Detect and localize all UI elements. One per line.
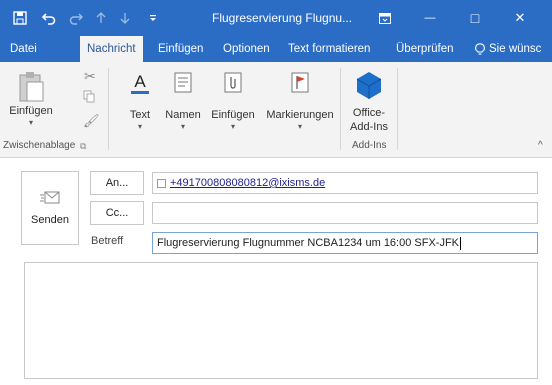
to-field[interactable]: +491700808080812@ixisms.de (152, 172, 538, 194)
office-addins-icon (356, 72, 382, 99)
collapse-ribbon-icon[interactable]: ^ (538, 140, 543, 151)
flag-icon (291, 72, 309, 93)
recipient-address[interactable]: +491700808080812@ixisms.de (170, 177, 325, 189)
cut-icon[interactable]: ✂ (84, 68, 96, 85)
chevron-down-icon: ▾ (137, 122, 142, 131)
text-cursor (460, 236, 462, 250)
minimize-button[interactable]: — (410, 0, 450, 36)
tab-nachricht[interactable]: Nachricht (80, 36, 143, 62)
arrow-down-icon[interactable] (115, 0, 135, 36)
copy-icon[interactable] (83, 90, 95, 106)
format-painter-icon[interactable]: 🖌 (83, 113, 100, 129)
attach-label: Einfügen (211, 109, 255, 121)
group-label-zwischenablage: Zwischenablage (3, 140, 76, 151)
clipboard-icon (19, 72, 44, 102)
paperclip-icon (224, 72, 242, 93)
office-addins-label-1: Office- (352, 107, 386, 119)
subject-label: Betreff (91, 235, 124, 247)
to-button[interactable]: An... (90, 171, 144, 195)
tab-optionen[interactable]: Optionen (216, 36, 277, 62)
subject-field[interactable]: Flugreservierung Flugnummer NCBA1234 um … (152, 232, 538, 254)
tab-ueberpruefen[interactable]: Überprüfen (389, 36, 461, 62)
title-bar: Flugreservierung Flugnu... — □ ✕ (0, 0, 552, 36)
tell-me-label: Sie wünsc (489, 43, 542, 55)
chevron-down-icon: ▾ (230, 122, 235, 131)
customize-quick-access-icon[interactable] (143, 0, 163, 36)
paste-button[interactable]: Einfügen ▾ (4, 70, 58, 128)
tags-label: Markierungen (266, 109, 334, 121)
text-label: Text (129, 109, 151, 121)
recipient-checkbox[interactable] (157, 178, 166, 188)
tab-datei[interactable]: Datei (3, 36, 44, 62)
font-color-icon: A (131, 72, 149, 94)
ribbon-tabs: Datei Nachricht Einfügen Optionen Text f… (0, 36, 552, 62)
undo-icon[interactable] (36, 0, 62, 36)
cc-button[interactable]: Cc... (90, 201, 144, 225)
paste-label: Einfügen (9, 105, 53, 117)
chevron-down-icon: ▾ (180, 122, 185, 131)
tags-button[interactable]: Markierungen ▾ (262, 70, 338, 132)
names-label: Namen (165, 109, 201, 121)
ribbon-display-options-icon[interactable] (370, 0, 400, 36)
subject-value: Flugreservierung Flugnummer NCBA1234 um … (157, 237, 460, 249)
office-addins-label-2: Add-Ins (350, 121, 388, 133)
tab-text-formatieren[interactable]: Text formatieren (281, 36, 377, 62)
maximize-button[interactable]: □ (455, 0, 495, 36)
tab-einfuegen[interactable]: Einfügen (151, 36, 210, 62)
tell-me-search[interactable]: Sie wünsc (468, 36, 552, 62)
attach-button[interactable]: Einfügen ▾ (208, 70, 258, 132)
chevron-down-icon: ▾ (297, 122, 302, 131)
svg-text:A: A (134, 72, 146, 91)
chevron-down-icon: ▾ (28, 118, 33, 127)
window-title: Flugreservierung Flugnu... (212, 11, 353, 25)
send-button[interactable]: Senden (21, 171, 79, 245)
address-book-icon (174, 72, 192, 93)
ribbon: Einfügen ▾ ✂ 🖌 Zwischenablage ⧉ A Text ▾… (0, 62, 552, 158)
group-separator (340, 68, 341, 150)
group-separator (397, 68, 398, 150)
group-separator (108, 68, 109, 150)
send-envelope-icon (40, 191, 60, 204)
dialog-launcher-icon[interactable]: ⧉ (80, 141, 86, 152)
names-button[interactable]: Namen ▾ (161, 70, 205, 132)
cc-field[interactable] (152, 202, 538, 224)
office-addins-button[interactable]: Office- Add-Ins (345, 70, 393, 134)
redo-icon[interactable] (64, 0, 88, 36)
lightbulb-icon (475, 42, 485, 55)
save-icon[interactable] (6, 0, 34, 36)
arrow-up-icon[interactable] (91, 0, 111, 36)
message-body[interactable] (24, 262, 538, 379)
close-button[interactable]: ✕ (500, 0, 540, 36)
group-label-addins: Add-Ins (352, 140, 387, 151)
text-button[interactable]: A Text ▾ (120, 70, 160, 132)
send-label: Senden (31, 214, 69, 226)
